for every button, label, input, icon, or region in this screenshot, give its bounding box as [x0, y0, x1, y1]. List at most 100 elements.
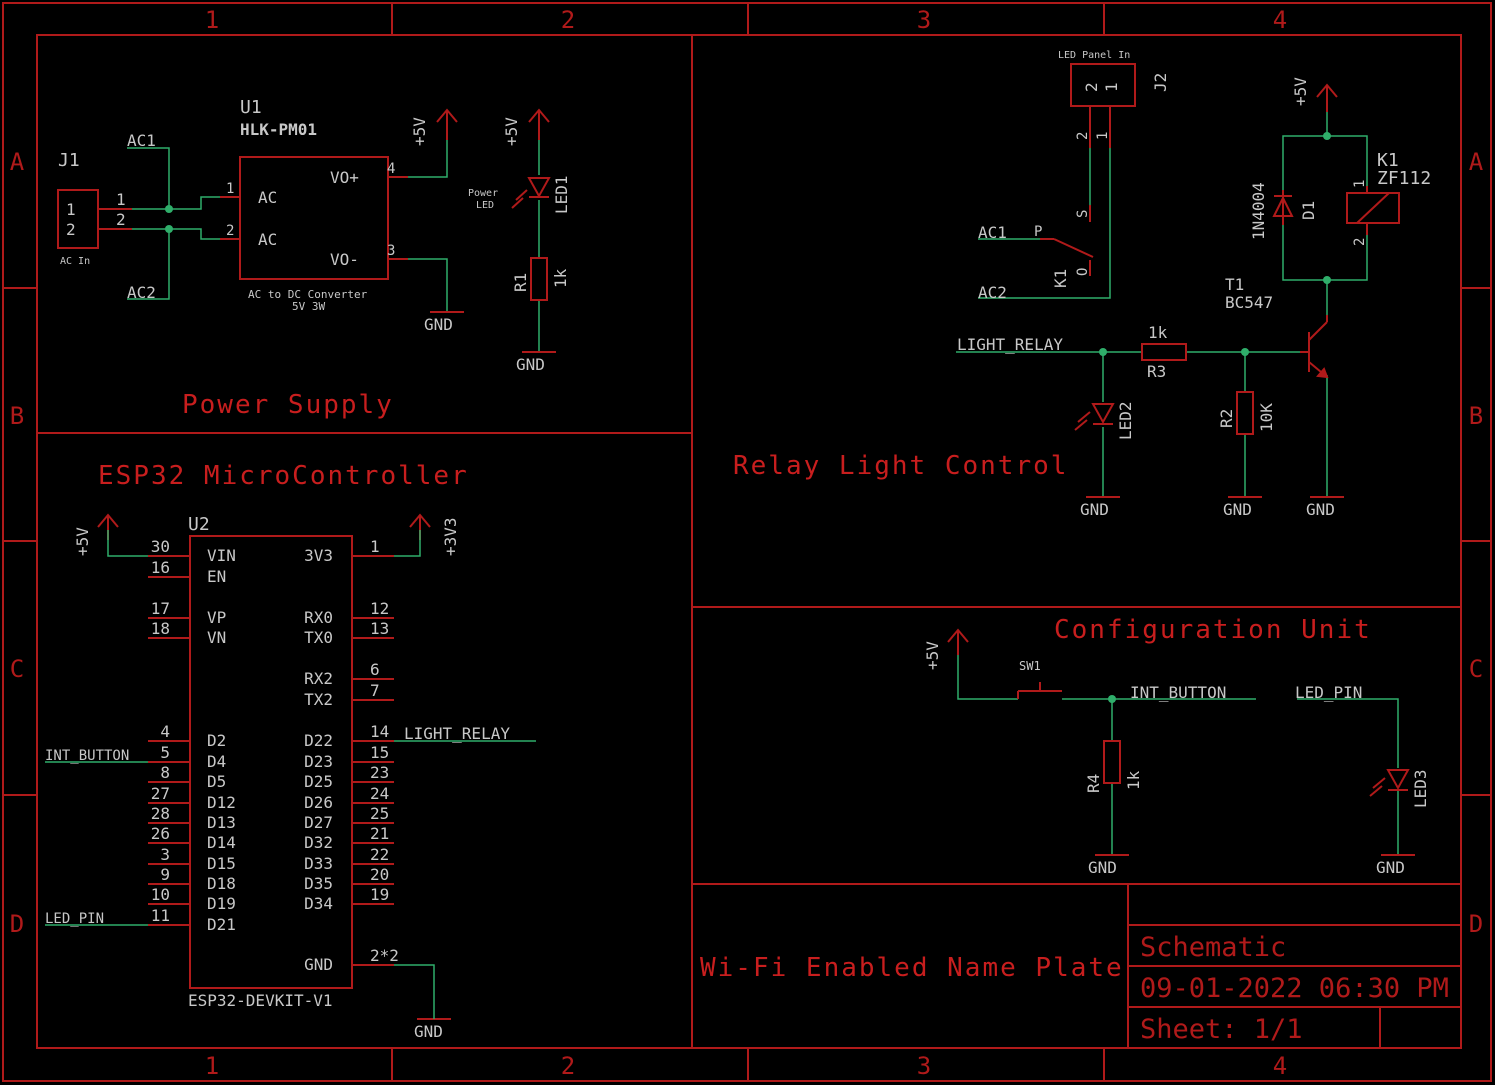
power-supply-wires — [98, 110, 540, 352]
net-label-vcc: +5V — [410, 117, 429, 146]
u2-pin-number: 3 — [160, 845, 170, 864]
col-label: 1 — [205, 1052, 219, 1080]
power-supply-title: Power Supply — [182, 390, 394, 420]
drawing-type: Schematic — [1140, 932, 1286, 963]
svg-text:1: 1 — [226, 181, 234, 197]
esp32-pin-lines — [148, 555, 394, 966]
u2-pin-number: 8 — [160, 763, 170, 782]
u2-pin-label: 3V3 — [304, 546, 333, 565]
led3-name: LED3 — [1411, 769, 1430, 808]
r4-value: 1k — [1124, 770, 1143, 790]
net-label-light-relay: LIGHT_RELAY — [404, 724, 510, 743]
net-label-gnd: GND — [1080, 500, 1109, 519]
row-label: D — [1469, 910, 1483, 938]
svg-text:1: 1 — [66, 200, 76, 219]
junction-dot — [1323, 132, 1331, 140]
junction-dot — [1099, 348, 1107, 356]
svg-text:2: 2 — [226, 223, 234, 239]
u2-pin-number: 26 — [151, 824, 170, 843]
u2-pin-label: D22 — [304, 731, 333, 750]
config-wires — [957, 650, 1399, 855]
net-label-gnd: GND — [1306, 500, 1335, 519]
relay-wires — [956, 110, 1368, 497]
net-label-gnd: GND — [1223, 500, 1252, 519]
u2-pin-label: D34 — [304, 894, 333, 913]
d1-name: D1 — [1299, 201, 1318, 220]
net-label-ac2: AC2 — [127, 283, 156, 302]
r1-name: R1 — [511, 273, 530, 292]
u2-pin-label: D13 — [207, 813, 236, 832]
u2-pin-number: 19 — [370, 885, 389, 904]
row-label: A — [1469, 148, 1484, 176]
u2-pin-number: 10 — [151, 885, 170, 904]
u2-pin-number: 11 — [151, 906, 170, 925]
net-label-ac2: AC2 — [978, 283, 1007, 302]
net-label-gnd: GND — [424, 315, 453, 334]
net-label-vcc: +5V — [73, 527, 92, 556]
u2-pin-number: 24 — [370, 784, 389, 803]
u2-pin-label: D25 — [304, 772, 333, 791]
u2-pin-number: 5 — [160, 743, 170, 762]
u2-pin-label: D32 — [304, 833, 333, 852]
led1-name: LED1 — [552, 175, 571, 214]
col-label: 2 — [561, 6, 575, 34]
u2-pin-label: D26 — [304, 793, 333, 812]
u2-pin-number: 27 — [151, 784, 170, 803]
net-label-gnd: GND — [1376, 858, 1405, 877]
u2-pin-number: 28 — [151, 804, 170, 823]
net-label-vcc: +5V — [502, 117, 521, 146]
svg-text:VO-: VO- — [330, 250, 359, 269]
net-label-int-button: INT_BUTTON — [1130, 683, 1226, 702]
net-label-led-pin: LED_PIN — [45, 911, 104, 927]
k1-switch-name: K1 — [1051, 269, 1070, 288]
u2-pin-number: 9 — [160, 865, 170, 884]
u2-pin-number: 23 — [370, 763, 389, 782]
esp32-wires — [45, 530, 536, 1019]
u2-pin-number: 12 — [370, 599, 389, 618]
svg-text:3: 3 — [387, 243, 395, 259]
r4-name: R4 — [1084, 774, 1103, 793]
r3-value: 1k — [1148, 323, 1168, 342]
power-supply-text: J1 1 2 1 2 AC In AC1 AC2 U1 HLK-PM01 AC … — [58, 97, 571, 374]
u2-pin-number: 22 — [370, 845, 389, 864]
u2-pin-number: 16 — [151, 558, 170, 577]
u2-pin-number: 14 — [370, 722, 389, 741]
led2-diode-icon — [1091, 403, 1115, 425]
u2-pin-label: VN — [207, 628, 226, 647]
net-label-gnd: GND — [516, 355, 545, 374]
svg-text:2: 2 — [1082, 82, 1101, 92]
svg-text:2: 2 — [1075, 132, 1091, 140]
project-title: Wi-Fi Enabled Name Plate — [700, 953, 1124, 983]
u2-pin-label: D33 — [304, 854, 333, 873]
u2-pin-number: 17 — [151, 599, 170, 618]
relay-text: LED Panel In 2 1 2 1 J2 AC1 AC2 P S O K1… — [957, 50, 1431, 519]
sw1-name: SW1 — [1019, 659, 1041, 673]
u2-pin-label: VIN — [207, 546, 236, 565]
col-label: 2 — [561, 1052, 575, 1080]
u2-pin-label: D14 — [207, 833, 236, 852]
svg-text:1: 1 — [1102, 82, 1121, 92]
esp32-pin-labels: 30 VIN16 EN17 VP18 VN4 D25 D48 D527 D1228 D1326 D1… — [151, 537, 399, 974]
k1-switch-icon — [1053, 238, 1094, 258]
led2-name: LED2 — [1116, 401, 1135, 440]
junction-dot — [165, 225, 173, 233]
svg-text:AC: AC — [258, 188, 277, 207]
junction-dot — [1323, 276, 1331, 284]
u1-module — [239, 156, 389, 280]
col-label: 3 — [917, 6, 931, 34]
k1-value: ZF112 — [1377, 168, 1431, 189]
u2-pin-label: D35 — [304, 874, 333, 893]
u2-pin-label: D4 — [207, 752, 226, 771]
col-label: 3 — [917, 1052, 931, 1080]
u2-name: U2 — [188, 514, 210, 535]
junction-dot — [1241, 348, 1249, 356]
u2-pin-number: 4 — [160, 722, 170, 741]
u2-pin-label: RX2 — [304, 669, 333, 688]
svg-text:P: P — [1034, 224, 1042, 240]
relay-title: Relay Light Control — [733, 451, 1068, 481]
esp32-title: ESP32 MicroController — [98, 461, 469, 491]
net-label-vcc: +5V — [923, 641, 942, 670]
u2-pin-label: D21 — [207, 915, 236, 934]
u2-pin-number: 2*2 — [370, 946, 399, 965]
u2-pin-number: 6 — [370, 660, 380, 679]
